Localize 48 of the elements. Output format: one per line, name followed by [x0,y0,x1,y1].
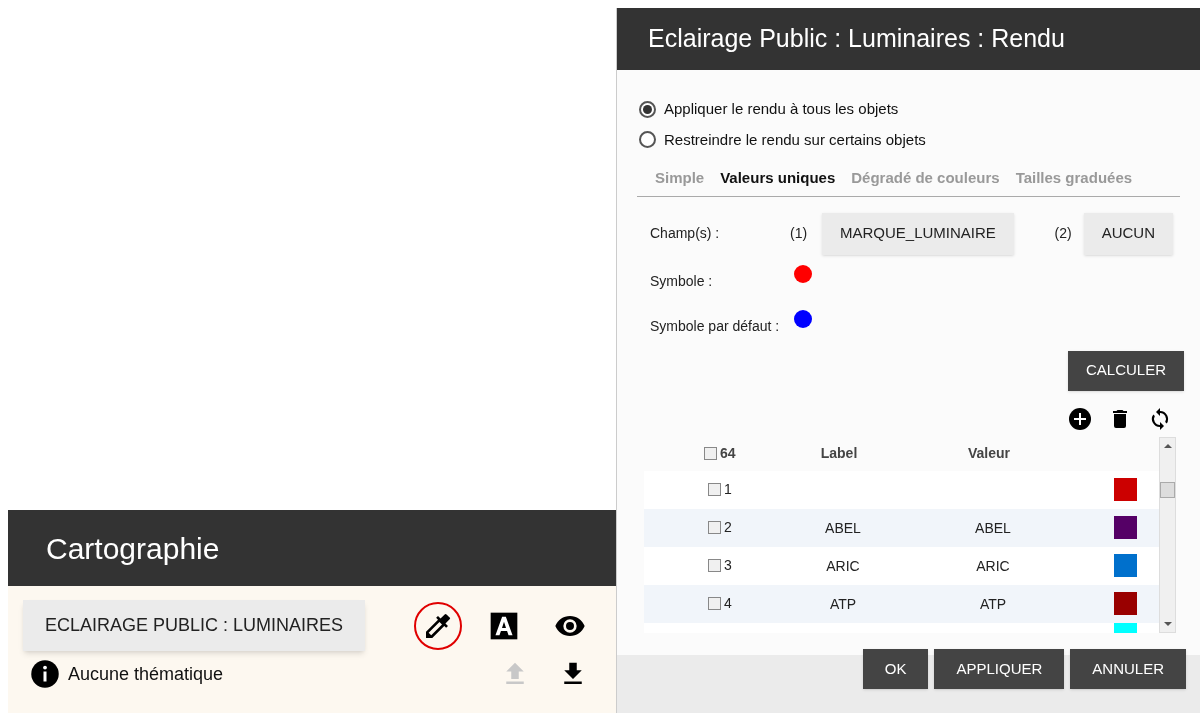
radio-option[interactable]: Appliquer le rendu à tous les objets [639,98,1200,121]
color-swatch[interactable] [1114,592,1137,615]
dialog-button[interactable]: OK [862,649,929,689]
checkbox[interactable] [708,483,721,496]
color-swatch[interactable] [1114,554,1137,577]
dialog-button[interactable]: ANNULER [1070,649,1186,689]
tool-button[interactable] [414,601,462,650]
field-button[interactable]: MARQUE_LUMINAIRE [822,212,1014,255]
table-cell: ARIC [976,557,1010,574]
row-number: 4 [724,594,732,613]
dialog-button[interactable]: APPLIQUER [934,649,1065,689]
checkbox[interactable] [708,559,721,572]
row-number: 1 [724,480,732,499]
column-header: Valeur [967,444,1011,463]
option-label: Restreindre le rendu sur certains objets [664,129,926,150]
row-count: 64 [720,444,736,463]
checkbox[interactable] [708,521,721,534]
radio-button[interactable] [639,131,656,149]
color-swatch[interactable] [1114,516,1137,539]
row-number: 2 [724,518,732,537]
option-label: Appliquer le rendu à tous les objets [664,99,899,119]
color-swatch[interactable] [1114,478,1137,501]
info-icon [30,659,60,689]
table-cell: ARIC [826,557,860,574]
scrollbar[interactable] [1159,436,1176,633]
layer-button[interactable]: ECLAIRAGE PUBLIC : LUMINAIRES [23,600,366,651]
symbol-label: Symbole par défaut : [650,316,781,336]
table-cell: ATP [829,595,857,612]
radio-option[interactable]: Restreindre le rendu sur certains objets [639,128,1200,151]
tab[interactable]: Valeurs uniques [720,167,836,190]
field-index: (2) [1054,224,1072,243]
row-number: 3 [724,556,732,575]
field-label: Champ(s) : [650,224,721,243]
calculate-button[interactable]: CALCULER [1067,350,1184,391]
table-cell: ATP [979,595,1007,612]
table-cell: ABEL [975,519,1011,536]
table-cell: ABEL [825,519,861,536]
add-icon[interactable] [1068,406,1092,431]
field-index: (1) [790,224,809,243]
panel-title: Cartographie [46,530,220,567]
field-button[interactable]: AUCUN [1083,212,1173,255]
column-header: Label [819,444,859,463]
checkbox[interactable] [704,447,717,460]
checkbox[interactable] [708,597,721,610]
status-text: Aucune thématique [68,662,224,686]
radio-button[interactable] [639,100,656,118]
symbol-label: Symbole : [650,271,714,291]
dialog-title: Eclairage Public : Luminaires : Rendu [648,23,1065,55]
